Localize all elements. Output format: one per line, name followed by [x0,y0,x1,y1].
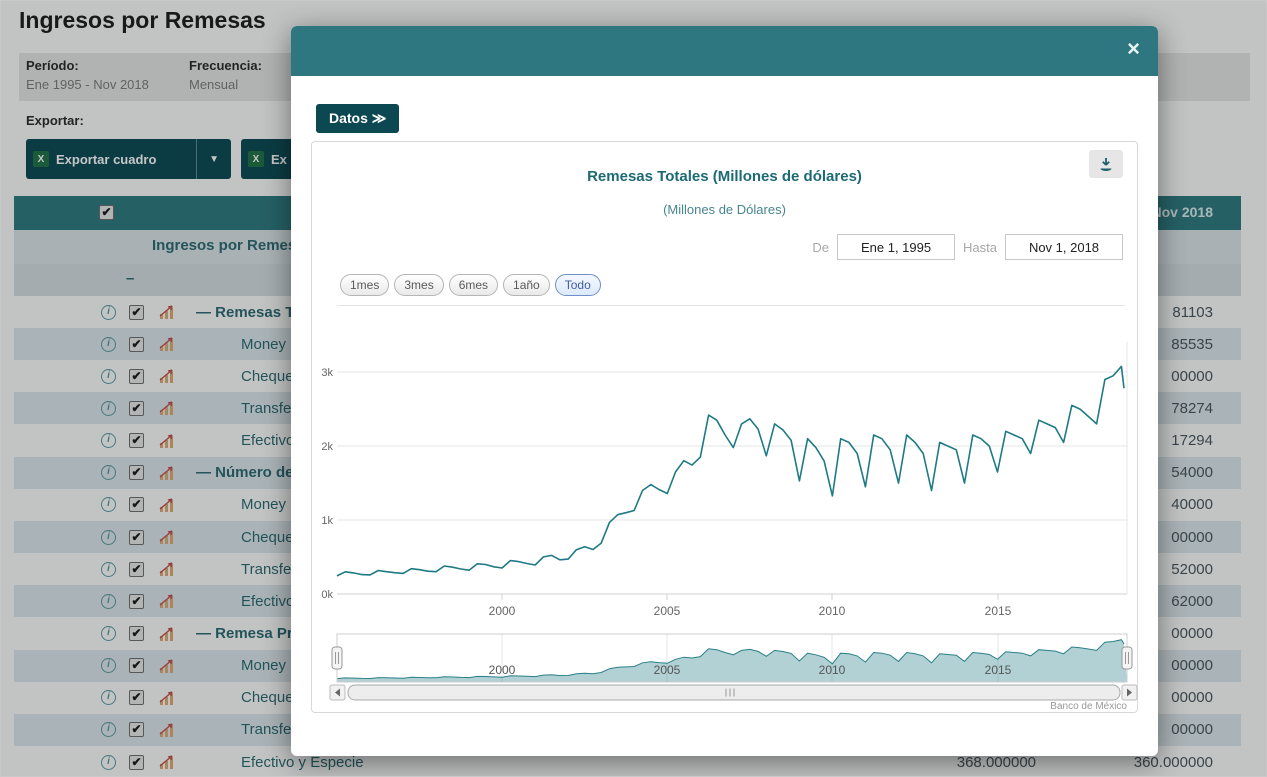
remittances-line-chart: 0k 1k 2k 3k 2000 2005 2010 2015 [312,142,1139,714]
nav-label-2015: 2015 [985,663,1012,677]
chart-credit: Banco de México [1050,701,1127,712]
y-tick-0k: 0k [321,589,333,601]
datos-button[interactable]: Datos ≫ [316,104,399,133]
nav-label-2005: 2005 [654,663,681,677]
navigator-left-handle[interactable] [332,647,342,669]
x-tick-2005: 2005 [654,604,681,618]
series-line [337,366,1124,576]
chart-scrollbar[interactable] [330,685,1137,700]
x-tick-2010: 2010 [819,604,846,618]
y-tick-2k: 2k [321,441,333,453]
app-window: Ingresos por Remesas Período: Ene 1995 -… [0,0,1267,777]
modal-header: × [291,26,1158,76]
navigator-right-handle[interactable] [1122,647,1132,669]
x-tick-2015: 2015 [985,604,1012,618]
x-tick-2000: 2000 [489,604,516,618]
nav-label-2010: 2010 [819,663,846,677]
chart-panel: Remesas Totales (Millones de dólares) (M… [311,141,1138,713]
navigator[interactable]: 2000 2005 2010 2015 [332,634,1132,682]
chart-modal: × Datos ≫ Remesas Totales (Millones de d… [291,26,1158,756]
nav-label-2000: 2000 [489,663,516,677]
close-icon[interactable]: × [1127,35,1140,63]
y-tick-1k: 1k [321,515,333,527]
y-tick-3k: 3k [321,367,333,379]
